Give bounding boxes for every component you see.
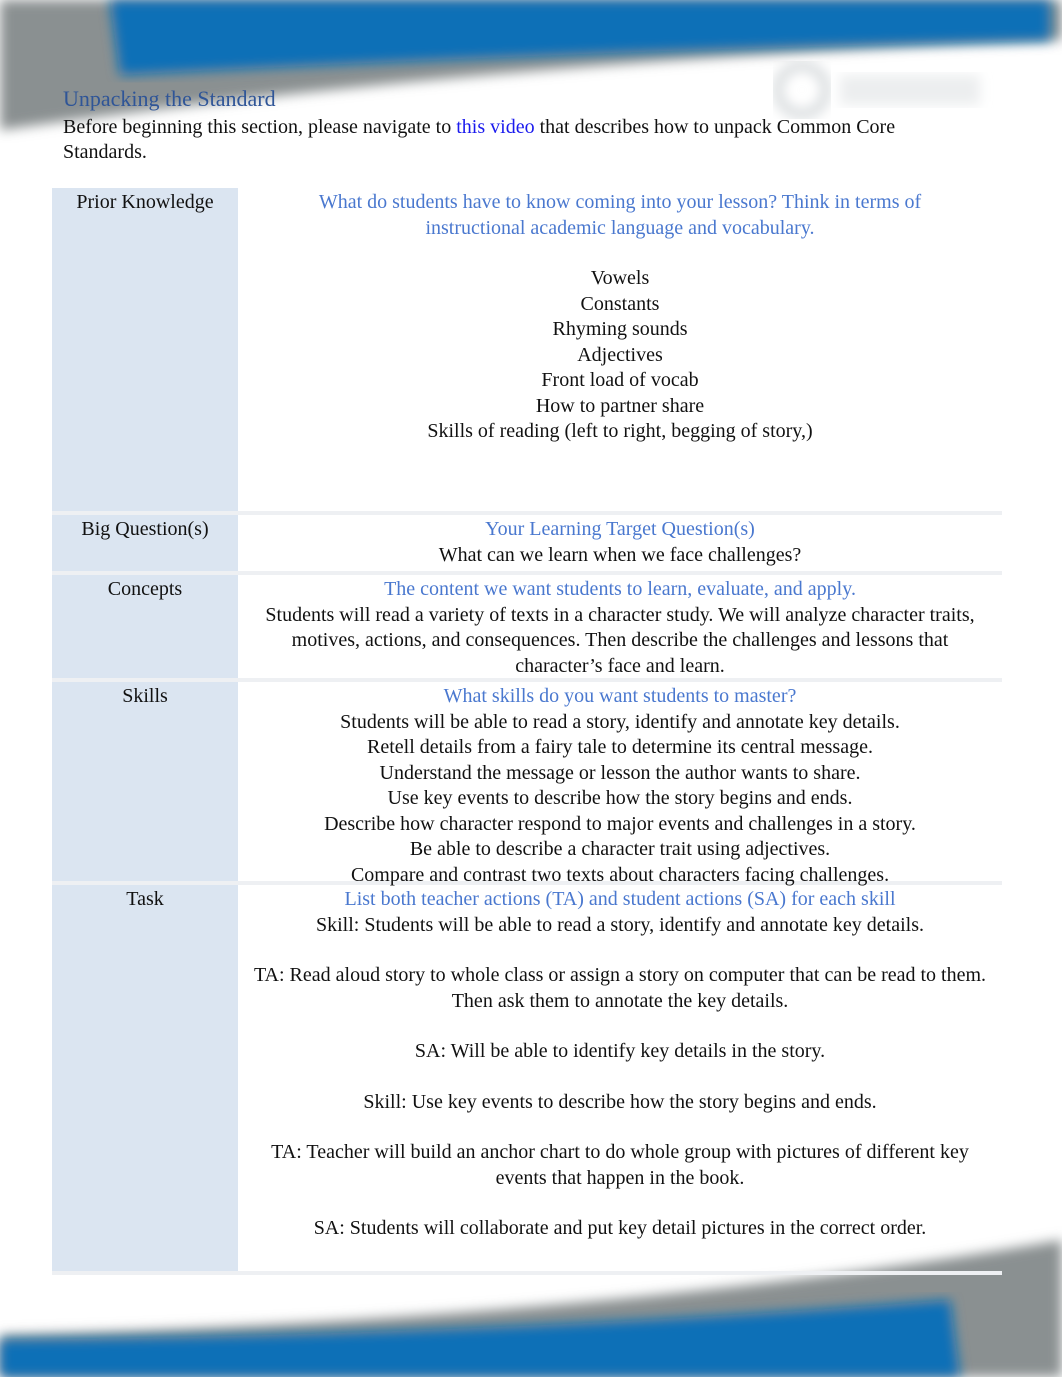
row-line: Adjectives — [577, 343, 663, 366]
logo-watermark — [773, 61, 831, 119]
video-link[interactable]: this video — [456, 116, 534, 138]
row-prompt: The content we want students to learn, e… — [384, 578, 856, 600]
row-content: The content we want students to learn, e… — [238, 575, 1002, 678]
row-line: Use key events to describe how the story… — [387, 787, 853, 809]
row-label: Skills — [52, 682, 238, 881]
row-line: SA: Students will collaborate and put ke… — [313, 1217, 927, 1239]
row-line: Understand the message or lesson the aut… — [379, 761, 861, 784]
row-prompt: What do students have to know coming int… — [318, 191, 922, 239]
row-line: Skill: Use key events to describe how th… — [363, 1090, 877, 1113]
row-line: How to partner share — [535, 394, 705, 417]
row-line: Be able to describe a character trait us… — [409, 838, 831, 860]
table-row: Big Question(s) Your Learning Target Ques… — [52, 515, 1002, 575]
row-line: TA: Teacher will build an anchor chart t… — [271, 1141, 969, 1189]
row-line: Retell details from a fairy tale to dete… — [367, 736, 873, 758]
row-label: Prior Knowledge — [52, 188, 238, 511]
row-line: Students will be able to read a story, i… — [340, 710, 900, 733]
row-prompt: Your Learning Target Question(s) — [485, 518, 755, 540]
row-prompt: List both teacher actions (TA) and stude… — [344, 888, 896, 910]
unpacking-table: Prior Knowledge What do students have to … — [52, 188, 1002, 1275]
row-line: Skill: Students will be able to read a s… — [315, 913, 924, 936]
row-line: Describe how character respond to major … — [324, 812, 916, 835]
row-line: TA: Read aloud story to whole class or a… — [253, 964, 987, 1012]
row-line: Constants — [580, 292, 660, 315]
row-line: Skills of reading (left to right, beggin… — [427, 420, 813, 442]
intro-text: Before beginning this section, please na… — [63, 116, 896, 163]
row-content: What do students have to know coming int… — [238, 188, 1002, 511]
row-line: Rhyming sounds — [552, 318, 688, 340]
row-label: Task — [52, 885, 238, 1271]
table-row: Concepts The content we want students to … — [52, 575, 1002, 682]
page-title: Unpacking the Standard — [63, 86, 276, 111]
table-row: Skills What skills do you want students t… — [52, 682, 1002, 886]
table-row: Prior Knowledge What do students have to … — [52, 188, 1002, 515]
row-content: What skills do you want students to mast… — [238, 682, 1002, 886]
row-label: Big Question(s) — [52, 515, 238, 571]
row-line: Front load of vocab — [541, 369, 699, 391]
row-prompt: What skills do you want students to mast… — [443, 685, 797, 707]
row-line: SA: Will be able to identify key details… — [414, 1040, 826, 1062]
row-line: Students will read a variety of texts in… — [265, 603, 975, 677]
row-content: Your Learning Target Question(s) What can… — [238, 515, 1002, 571]
row-content: List both teacher actions (TA) and stude… — [238, 885, 1002, 1271]
row-label: Concepts — [52, 575, 238, 678]
row-line: What can we learn when we face challenge… — [438, 543, 802, 566]
row-line: Vowels — [590, 267, 650, 289]
table-row: Task List both teacher actions (TA) and s… — [52, 885, 1002, 1275]
